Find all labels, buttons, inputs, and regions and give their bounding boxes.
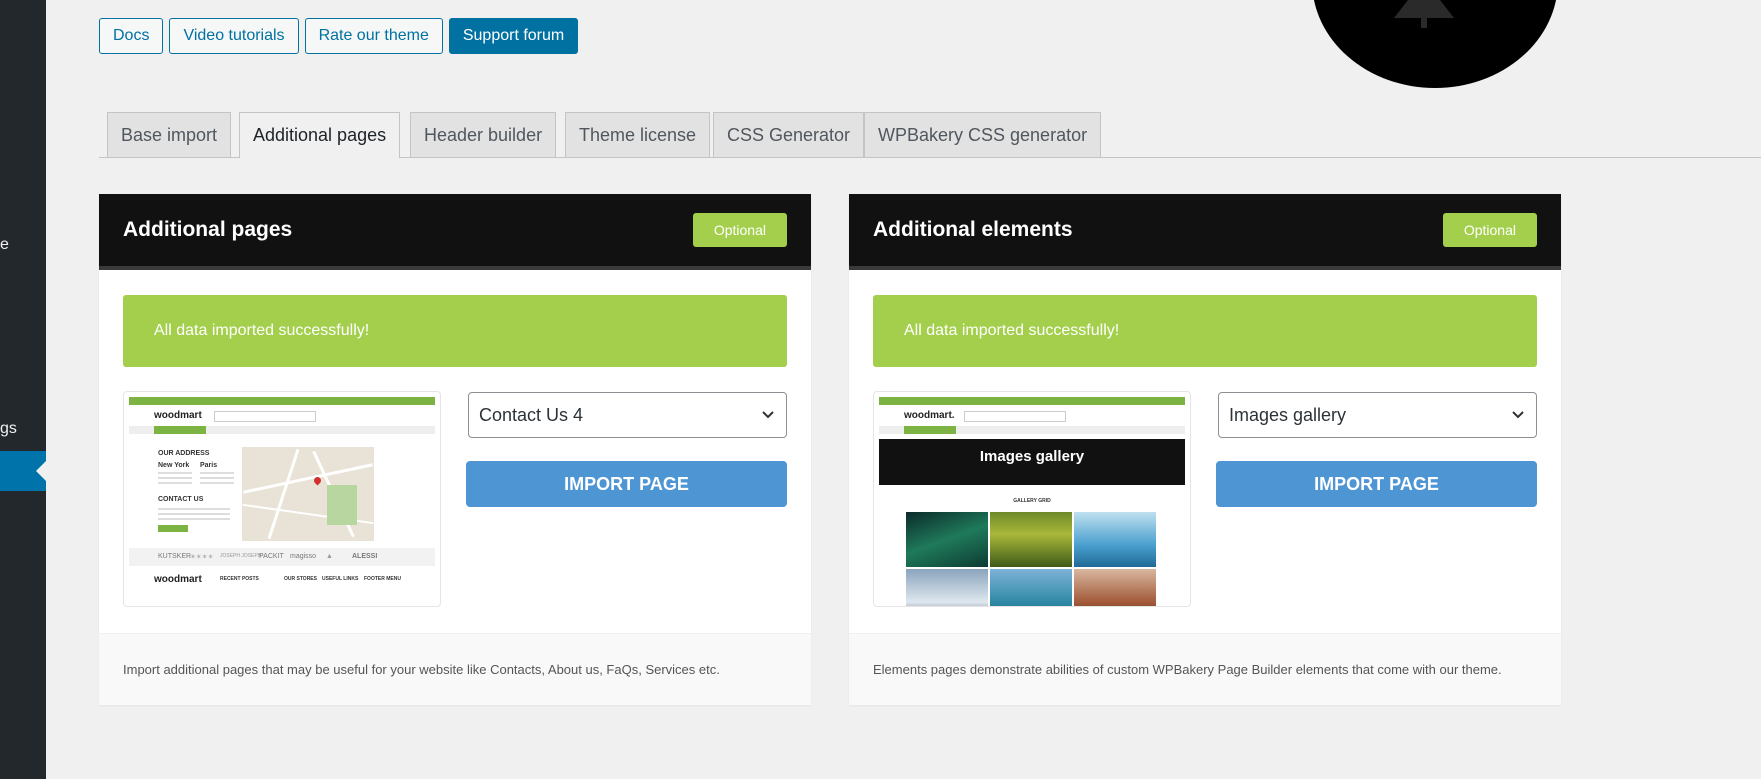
preview-subheading: GALLERY GRID: [1013, 498, 1051, 504]
preview-brand: KUTSKER: [158, 553, 192, 560]
admin-sidebar: e gs: [0, 0, 46, 779]
gallery-tile: [906, 512, 988, 567]
gallery-tile: [1074, 569, 1156, 606]
gallery-tile: [1074, 512, 1156, 567]
preview-logo: woodmart.: [904, 410, 955, 421]
import-page-button[interactable]: IMPORT PAGE: [466, 461, 787, 507]
preview-city: New York: [158, 462, 190, 469]
additional-pages-panel: Additional pages Optional All data impor…: [99, 194, 811, 705]
tab-bar: Base import Additional pages Header buil…: [99, 112, 1761, 158]
element-preview-image: woodmart. Images gallery GALLERY GRID: [873, 391, 1191, 607]
preview-categories: [154, 426, 206, 434]
tab-theme-license[interactable]: Theme license: [565, 112, 711, 157]
panel-title: Additional elements: [873, 218, 1073, 241]
preview-search: [964, 411, 1066, 422]
element-select-value: Images gallery: [1229, 405, 1347, 425]
panel-description: Import additional pages that may be usef…: [99, 633, 811, 705]
success-notice: All data imported successfully!: [123, 295, 787, 367]
tab-header-builder[interactable]: Header builder: [410, 112, 557, 157]
rate-theme-button[interactable]: Rate our theme: [304, 18, 443, 54]
preview-heading: CONTACT US: [158, 496, 204, 503]
preview-search: [214, 411, 316, 422]
tab-wpbakery-css-generator[interactable]: WPBakery CSS generator: [864, 112, 1102, 157]
preview-heading: OUR ADDRESS: [158, 450, 210, 457]
tree-icon: [1394, 0, 1454, 28]
preview-city: Paris: [200, 462, 218, 469]
page-select[interactable]: Contact Us 4: [468, 392, 787, 438]
success-notice: All data imported successfully!: [873, 295, 1537, 367]
preview-brand: ▲: [326, 553, 333, 560]
preview-footer-col: FOOTER MENU: [364, 576, 401, 582]
preview-footer-logo: woodmart: [154, 574, 202, 585]
panel-title: Additional pages: [123, 218, 293, 241]
optional-badge: Optional: [692, 213, 787, 247]
preview-categories: [904, 426, 956, 434]
preview-brand: PACKIT: [259, 553, 284, 560]
page-select-value: Contact Us 4: [479, 405, 584, 425]
preview-brand: ALESSI: [352, 553, 378, 560]
preview-topbar: [129, 397, 435, 405]
sidebar-menu-item-fragment[interactable]: gs: [0, 420, 17, 438]
preview-send-button: [158, 525, 188, 532]
additional-elements-panel: Additional elements Optional All data im…: [849, 194, 1561, 705]
support-forum-button[interactable]: Support forum: [448, 18, 579, 54]
preview-topbar: [879, 397, 1185, 405]
docs-button[interactable]: Docs: [99, 18, 164, 54]
gallery-tile: [990, 569, 1072, 606]
video-tutorials-button[interactable]: Video tutorials: [169, 18, 299, 54]
preview-brand: JOSEPH JOSEPH: [220, 553, 262, 559]
panel-description: Elements pages demonstrate abilities of …: [849, 633, 1561, 705]
preview-footer-col: RECENT POSTS: [220, 576, 259, 582]
preview-footer-col: OUR STORES: [284, 576, 317, 582]
help-buttons: Docs Video tutorials Rate our theme Supp…: [99, 18, 579, 54]
element-select[interactable]: Images gallery: [1218, 392, 1537, 438]
sidebar-menu-item-fragment[interactable]: e: [0, 236, 9, 254]
panel-header: Additional pages Optional: [99, 194, 811, 270]
chevron-down-icon: [1512, 411, 1524, 419]
gallery-tile: [990, 512, 1072, 567]
preview-gallery-banner: Images gallery: [879, 439, 1185, 485]
panel-header: Additional elements Optional: [849, 194, 1561, 270]
preview-brand: ✶✶✶✶: [190, 554, 214, 561]
preview-text-lines: [158, 472, 192, 486]
preview-map: [242, 447, 374, 541]
page-preview-image: woodmart OUR ADDRESS New York Paris CONT…: [123, 391, 441, 607]
tab-css-generator[interactable]: CSS Generator: [713, 112, 865, 157]
sidebar-current-arrow: [36, 461, 46, 481]
gallery-tile: [906, 569, 988, 606]
import-page-button[interactable]: IMPORT PAGE: [1216, 461, 1537, 507]
chevron-down-icon: [762, 411, 774, 419]
optional-badge: Optional: [1442, 213, 1537, 247]
preview-brand: magisso: [290, 553, 317, 560]
preview-footer-col: USEFUL LINKS: [322, 576, 359, 582]
tab-additional-pages[interactable]: Additional pages: [239, 112, 401, 158]
preview-logo: woodmart: [154, 410, 202, 421]
preview-text-lines: [158, 508, 230, 520]
preview-text-lines: [200, 472, 234, 486]
tab-base-import[interactable]: Base import: [107, 112, 232, 157]
